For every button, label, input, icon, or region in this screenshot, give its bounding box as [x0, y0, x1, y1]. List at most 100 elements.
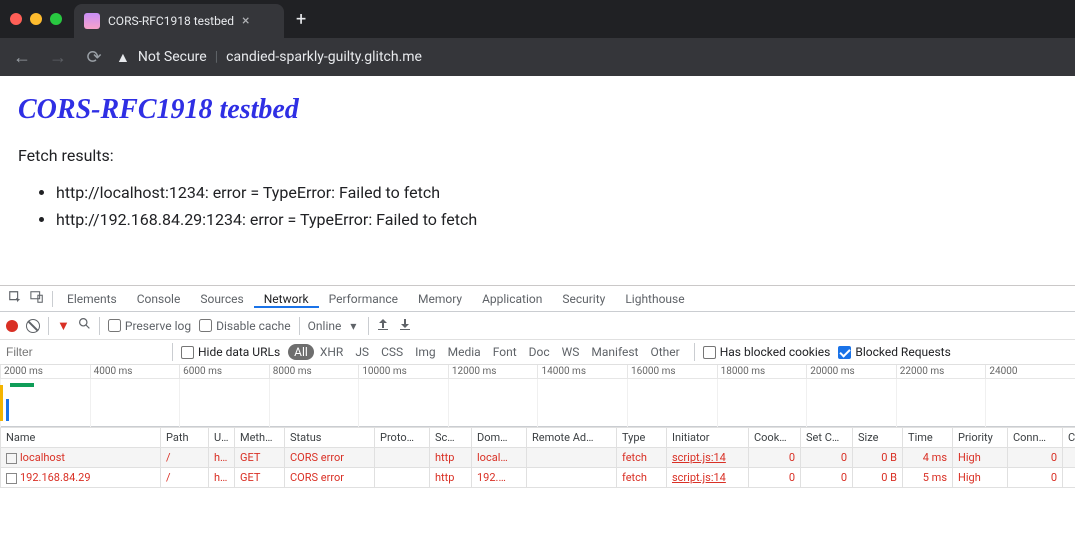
- devtools-tab-security[interactable]: Security: [552, 292, 615, 306]
- type-chip-js[interactable]: JS: [349, 344, 375, 360]
- devtools-tab-memory[interactable]: Memory: [408, 292, 472, 306]
- maximize-window-icon[interactable]: [50, 13, 62, 25]
- cell-set_cookies: 0: [801, 468, 853, 488]
- column-header[interactable]: Sc…: [430, 428, 472, 448]
- cell-cookies: 0: [749, 468, 801, 488]
- download-har-icon[interactable]: [399, 318, 411, 333]
- type-chip-doc[interactable]: Doc: [523, 344, 556, 360]
- column-header[interactable]: Priority: [953, 428, 1008, 448]
- cell-method: GET: [235, 468, 285, 488]
- window-tabbar: CORS-RFC1918 testbed × +: [0, 0, 1075, 38]
- filter-input[interactable]: [4, 345, 164, 359]
- clear-button[interactable]: [23, 316, 43, 336]
- column-header[interactable]: Dom…: [472, 428, 527, 448]
- type-chip-img[interactable]: Img: [409, 344, 442, 360]
- type-chip-ws[interactable]: WS: [556, 344, 586, 360]
- inspect-icon[interactable]: [4, 290, 26, 308]
- type-chip-xhr[interactable]: XHR: [314, 344, 349, 360]
- table-row[interactable]: 192.168.84.29/h…GETCORS errorhttp192.…fe…: [1, 468, 1075, 488]
- cell-scheme: http: [430, 448, 472, 468]
- cell-path: /: [161, 468, 209, 488]
- device-toggle-icon[interactable]: [26, 290, 48, 308]
- column-header[interactable]: Cook…: [749, 428, 801, 448]
- results-list: http://localhost:1234: error = TypeError…: [18, 179, 1057, 233]
- devtools-tab-elements[interactable]: Elements: [57, 292, 127, 306]
- new-tab-button[interactable]: +: [284, 9, 318, 30]
- filter-toggle-icon[interactable]: ▼: [57, 318, 70, 334]
- back-button[interactable]: ←: [8, 43, 36, 71]
- forward-button[interactable]: →: [44, 43, 72, 71]
- cell-time: 4 ms: [903, 448, 953, 468]
- column-header[interactable]: Name: [1, 428, 161, 448]
- timeline-tick: 10000 ms: [358, 365, 448, 378]
- table-row[interactable]: localhost/h…GETCORS errorhttplocal…fetch…: [1, 448, 1075, 468]
- column-header[interactable]: Initiator: [667, 428, 749, 448]
- column-header[interactable]: Set C…: [801, 428, 853, 448]
- column-header[interactable]: Size: [853, 428, 903, 448]
- devtools-tab-performance[interactable]: Performance: [319, 292, 408, 306]
- column-header[interactable]: Remote Ad…: [527, 428, 617, 448]
- type-chip-css[interactable]: CSS: [375, 344, 409, 360]
- column-header[interactable]: U…: [209, 428, 235, 448]
- type-chip-other[interactable]: Other: [644, 344, 685, 360]
- cell-time: 5 ms: [903, 468, 953, 488]
- cell-set_cookies: 0: [801, 448, 853, 468]
- timeline-tick: 4000 ms: [90, 365, 180, 378]
- has-blocked-cookies-checkbox[interactable]: Has blocked cookies: [703, 345, 831, 359]
- column-header[interactable]: Type: [617, 428, 667, 448]
- url-field[interactable]: ▲ Not Secure | candied-sparkly-guilty.gl…: [116, 49, 1067, 66]
- throttling-select[interactable]: Online ▾: [308, 319, 361, 333]
- table-header-row[interactable]: NamePathU…Meth…StatusProto…Sc…Dom…Remote…: [1, 428, 1075, 448]
- column-header[interactable]: Path: [161, 428, 209, 448]
- type-chip-media[interactable]: Media: [442, 344, 487, 360]
- cell-protocol: [375, 468, 430, 488]
- disable-cache-checkbox[interactable]: Disable cache: [199, 319, 291, 333]
- url-separator: |: [215, 49, 218, 65]
- column-header[interactable]: Status: [285, 428, 375, 448]
- upload-har-icon[interactable]: [377, 318, 389, 333]
- cell-domain: 192.…: [472, 468, 527, 488]
- column-header[interactable]: Cac…: [1063, 428, 1075, 448]
- not-secure-icon: ▲: [116, 49, 130, 66]
- column-header[interactable]: Proto…: [375, 428, 430, 448]
- devtools-tab-console[interactable]: Console: [127, 292, 191, 306]
- page-content: CORS-RFC1918 testbed Fetch results: http…: [0, 76, 1075, 251]
- timeline-tick: 6000 ms: [179, 365, 269, 378]
- waterfall-timeline[interactable]: 2000 ms4000 ms6000 ms8000 ms10000 ms1200…: [0, 365, 1075, 427]
- timeline-tick: 16000 ms: [627, 365, 717, 378]
- result-item: http://192.168.84.29:1234: error = TypeE…: [56, 206, 1057, 233]
- cell-initiator[interactable]: script.js:14: [667, 468, 749, 488]
- cell-name: 192.168.84.29: [1, 468, 161, 488]
- address-bar: ← → ⟳ ▲ Not Secure | candied-sparkly-gui…: [0, 38, 1075, 76]
- cell-conn: 0: [1008, 468, 1063, 488]
- cell-initiator[interactable]: script.js:14: [667, 448, 749, 468]
- tab-close-icon[interactable]: ×: [242, 13, 249, 29]
- filter-bar: Hide data URLs AllXHRJSCSSImgMediaFontDo…: [0, 340, 1075, 365]
- devtools-tab-sources[interactable]: Sources: [190, 292, 253, 306]
- not-secure-label: Not Secure: [138, 49, 207, 65]
- devtools-tab-network[interactable]: Network: [254, 292, 319, 308]
- column-header[interactable]: Meth…: [235, 428, 285, 448]
- column-header[interactable]: Time: [903, 428, 953, 448]
- favicon-icon: [84, 13, 100, 29]
- timeline-marker: [0, 385, 3, 421]
- devtools-tab-lighthouse[interactable]: Lighthouse: [615, 292, 694, 306]
- devtools-panel: ElementsConsoleSourcesNetworkPerformance…: [0, 285, 1075, 545]
- record-button[interactable]: [6, 320, 18, 332]
- type-chip-all[interactable]: All: [288, 344, 314, 360]
- type-chip-font[interactable]: Font: [487, 344, 523, 360]
- cell-remote: [527, 468, 617, 488]
- preserve-log-checkbox[interactable]: Preserve log: [108, 319, 191, 333]
- cell-type: fetch: [617, 468, 667, 488]
- close-window-icon[interactable]: [10, 13, 22, 25]
- devtools-tab-application[interactable]: Application: [472, 292, 552, 306]
- browser-tab[interactable]: CORS-RFC1918 testbed ×: [74, 4, 284, 38]
- minimize-window-icon[interactable]: [30, 13, 42, 25]
- type-chip-manifest[interactable]: Manifest: [585, 344, 644, 360]
- hide-data-urls-checkbox[interactable]: Hide data URLs: [181, 345, 280, 359]
- reload-button[interactable]: ⟳: [80, 43, 108, 71]
- cell-url: h…: [209, 468, 235, 488]
- blocked-requests-checkbox[interactable]: Blocked Requests: [838, 345, 950, 359]
- column-header[interactable]: Conn…: [1008, 428, 1063, 448]
- search-icon[interactable]: [78, 317, 91, 334]
